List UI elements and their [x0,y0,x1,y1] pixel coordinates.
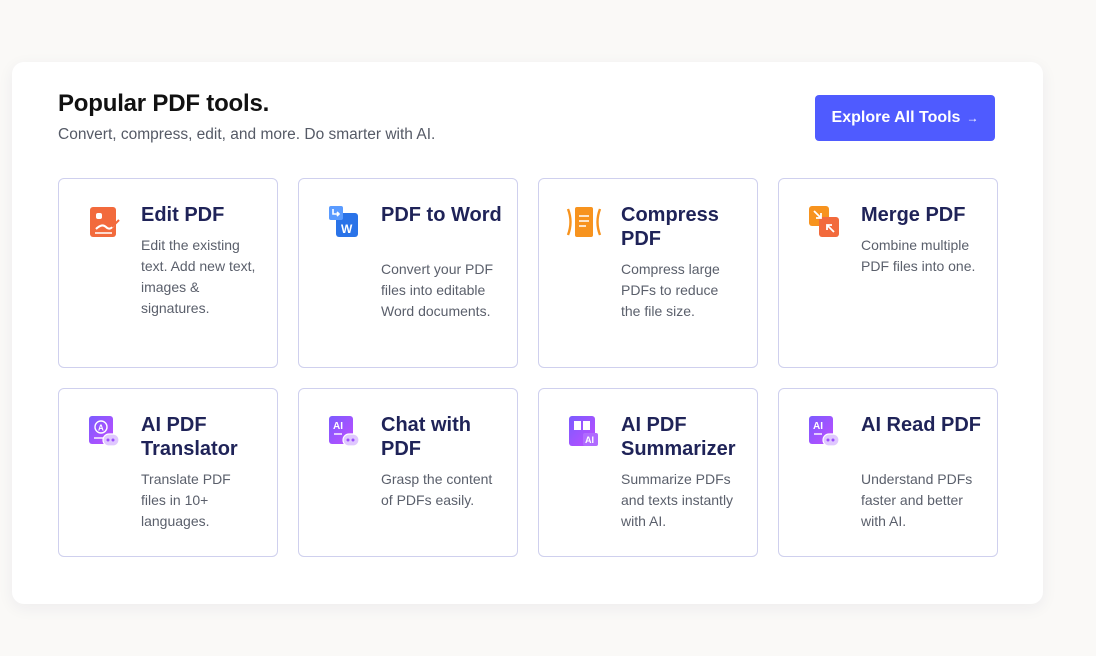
tool-description: Compress large PDFs to reduce the file s… [621,261,720,319]
tool-description: Translate PDF files in 10+ languages. [141,471,231,529]
tool-description: Convert your PDF files into editable Wor… [381,261,494,319]
ai-translator-icon: A [88,415,120,449]
tool-title: Chat with PDF [381,414,471,460]
tool-title: Merge PDF [861,204,966,226]
word-icon: W [328,205,360,239]
ai-summarizer-icon: AI [568,415,600,449]
svg-text:AI: AI [585,435,594,445]
tool-card-merge-pdf[interactable]: Merge PDF Combine multiple PDF files int… [778,178,998,368]
tool-description: Understand PDFs faster and better with A… [861,471,973,529]
tool-card-pdf-to-word[interactable]: W PDF to Word Convert your PDF files int… [298,178,518,368]
tool-description: Combine multiple PDF files into one. [861,237,976,274]
tool-title: PDF to Word [381,204,502,226]
ai-read-icon: AI [808,415,840,449]
arrow-right-icon: → [966,111,979,125]
tool-card-compress-pdf[interactable]: Compress PDF Compress large PDFs to redu… [538,178,758,368]
section-subtitle: Convert, compress, edit, and more. Do sm… [58,126,436,143]
tool-title: AI PDF Translator [141,414,238,460]
svg-text:AI: AI [333,421,343,432]
tool-card-ai-read-pdf[interactable]: AI AI Read PDF Understand PDFs faster an… [778,388,998,557]
explore-all-tools-button[interactable]: Explore All Tools → [815,95,995,141]
svg-text:AI: AI [813,421,823,432]
tool-description: Grasp the content of PDFs easily. [381,471,493,508]
tool-title: Edit PDF [141,204,225,226]
tool-card-ai-pdf-summarizer[interactable]: AI AI PDF Summarizer Summarize PDFs and … [538,388,758,557]
popular-tools-panel: Popular PDF tools. Convert, compress, ed… [12,62,1043,604]
compress-icon [566,205,602,239]
tool-title: AI PDF Summarizer [621,414,736,460]
ai-chat-icon: AI [328,415,360,449]
svg-text:A: A [98,424,104,433]
tool-card-chat-with-pdf[interactable]: AI Chat with PDF Grasp the content of PD… [298,388,518,557]
merge-icon [808,205,840,239]
tool-description: Edit the existing text. Add new text, im… [141,237,256,316]
tool-title: AI Read PDF [861,414,982,436]
tool-description: Summarize PDFs and texts instantly with … [621,471,734,529]
tool-card-ai-pdf-translator[interactable]: A AI PDF Translator Translate PDF files … [58,388,278,557]
edit-pdf-icon [88,205,120,239]
explore-all-tools-label: Explore All Tools [831,109,961,126]
section-title: Popular PDF tools. [58,90,270,117]
tool-title: Compress PDF [621,204,719,250]
svg-text:W: W [341,222,353,236]
tool-card-edit-pdf[interactable]: Edit PDF Edit the existing text. Add new… [58,178,278,368]
